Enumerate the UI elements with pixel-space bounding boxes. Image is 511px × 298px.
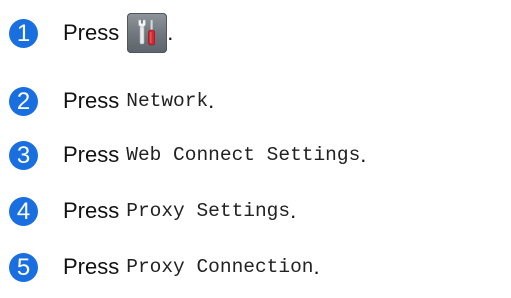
step-number-3: 3 <box>9 140 38 170</box>
proxy-connection-option[interactable]: Proxy Connection <box>126 256 313 278</box>
step-number-1: 1 <box>9 18 38 48</box>
press-label-5: Press <box>63 254 120 279</box>
settings-tools-icon[interactable] <box>127 13 168 53</box>
step-number-4: 4 <box>9 196 38 226</box>
step-number-5: 5 <box>9 252 38 282</box>
step-end-3: . <box>360 142 367 167</box>
step-number-2: 2 <box>9 86 38 116</box>
proxy-settings-option[interactable]: Proxy Settings <box>126 200 290 222</box>
step-4: 4 Press Proxy Settings . <box>0 191 296 231</box>
press-label-3: Press <box>63 142 120 167</box>
settings-tools-icon-graphic <box>138 19 156 46</box>
step-3: 3 Press Web Connect Settings . <box>0 135 366 175</box>
step-end-2: . <box>208 88 215 113</box>
press-label-2: Press <box>63 88 120 113</box>
web-connect-settings-option[interactable]: Web Connect Settings <box>126 144 360 166</box>
step-2: 2 Press Network . <box>0 81 214 121</box>
step-1: 1 Press . <box>0 13 173 53</box>
step-end-5: . <box>313 254 320 279</box>
press-label-1: Press <box>63 20 120 45</box>
press-label-4: Press <box>63 198 120 223</box>
network-option[interactable]: Network <box>126 90 208 112</box>
step-5: 5 Press Proxy Connection . <box>0 247 320 287</box>
step-end-1: . <box>167 20 174 45</box>
step-end-4: . <box>290 198 297 223</box>
